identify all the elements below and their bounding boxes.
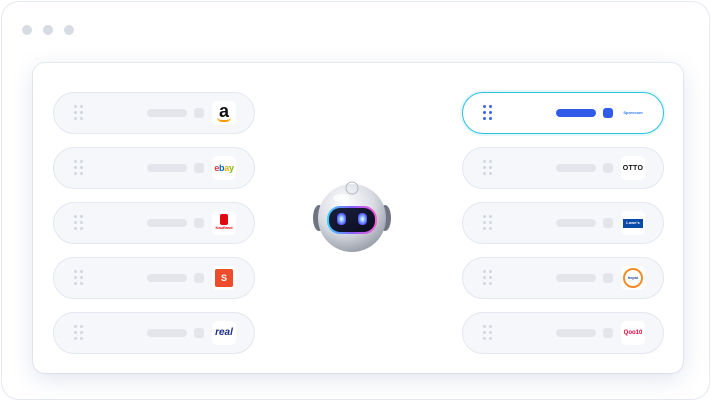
placeholder-bar <box>556 219 596 227</box>
robot-icon <box>313 181 391 252</box>
placeholder-bar <box>556 164 596 172</box>
drag-handle-icon[interactable] <box>483 215 493 231</box>
placeholder-square <box>194 328 204 338</box>
placeholder-bar <box>147 109 187 117</box>
placeholder-square <box>603 163 613 173</box>
channel-row-hepsiburada[interactable]: hepsi <box>462 257 664 299</box>
placeholder-square <box>194 273 204 283</box>
window-controls <box>22 25 74 35</box>
placeholder-square <box>603 328 613 338</box>
channel-row-qoo10[interactable]: Qoo10 <box>462 312 664 354</box>
placeholder-square <box>194 108 204 118</box>
ebay-icon: ebay <box>212 156 236 180</box>
drag-handle-icon[interactable] <box>483 160 493 176</box>
amazon-icon: a <box>212 101 236 125</box>
kaufland-icon: Kaufland <box>212 211 236 235</box>
placeholder-square <box>194 163 204 173</box>
drag-handle-icon[interactable] <box>74 215 84 231</box>
placeholder-bar <box>147 164 187 172</box>
channel-row-amazon[interactable]: a <box>53 92 255 134</box>
channel-row-ebay[interactable]: ebay <box>53 147 255 189</box>
shopee-icon: S <box>212 266 236 290</box>
qoo10-icon: Qoo10 <box>621 321 645 345</box>
active-bar <box>556 109 596 117</box>
placeholder-bar <box>556 274 596 282</box>
active-square <box>603 108 613 118</box>
channel-row-kaufland[interactable]: Kaufland <box>53 202 255 244</box>
placeholder-square <box>603 218 613 228</box>
drag-handle-icon[interactable] <box>483 105 493 121</box>
integration-panel: a ebay Kaufland S real Spreecom OTTO Low… <box>33 63 683 373</box>
window-dot[interactable] <box>22 25 32 35</box>
window-dot[interactable] <box>43 25 53 35</box>
otto-icon: OTTO <box>621 156 645 180</box>
hepsiburada-icon: hepsi <box>621 266 645 290</box>
real-icon: real <box>212 321 236 345</box>
channel-row-lowes[interactable]: Lowe's <box>462 202 664 244</box>
placeholder-bar <box>556 329 596 337</box>
allegro-icon: Spreecom <box>621 101 645 125</box>
drag-handle-icon[interactable] <box>483 270 493 286</box>
drag-handle-icon[interactable] <box>483 325 493 341</box>
placeholder-bar <box>147 219 187 227</box>
drag-handle-icon[interactable] <box>74 270 84 286</box>
placeholder-square <box>603 273 613 283</box>
app-window: a ebay Kaufland S real Spreecom OTTO Low… <box>1 1 710 400</box>
channel-row-allegro[interactable]: Spreecom <box>462 92 664 134</box>
placeholder-bar <box>147 274 187 282</box>
drag-handle-icon[interactable] <box>74 325 84 341</box>
drag-handle-icon[interactable] <box>74 105 84 121</box>
channel-row-shopee[interactable]: S <box>53 257 255 299</box>
lowes-icon: Lowe's <box>621 211 645 235</box>
placeholder-bar <box>147 329 187 337</box>
channel-row-real[interactable]: real <box>53 312 255 354</box>
drag-handle-icon[interactable] <box>74 160 84 176</box>
channel-row-otto[interactable]: OTTO <box>462 147 664 189</box>
window-dot[interactable] <box>64 25 74 35</box>
placeholder-square <box>194 218 204 228</box>
